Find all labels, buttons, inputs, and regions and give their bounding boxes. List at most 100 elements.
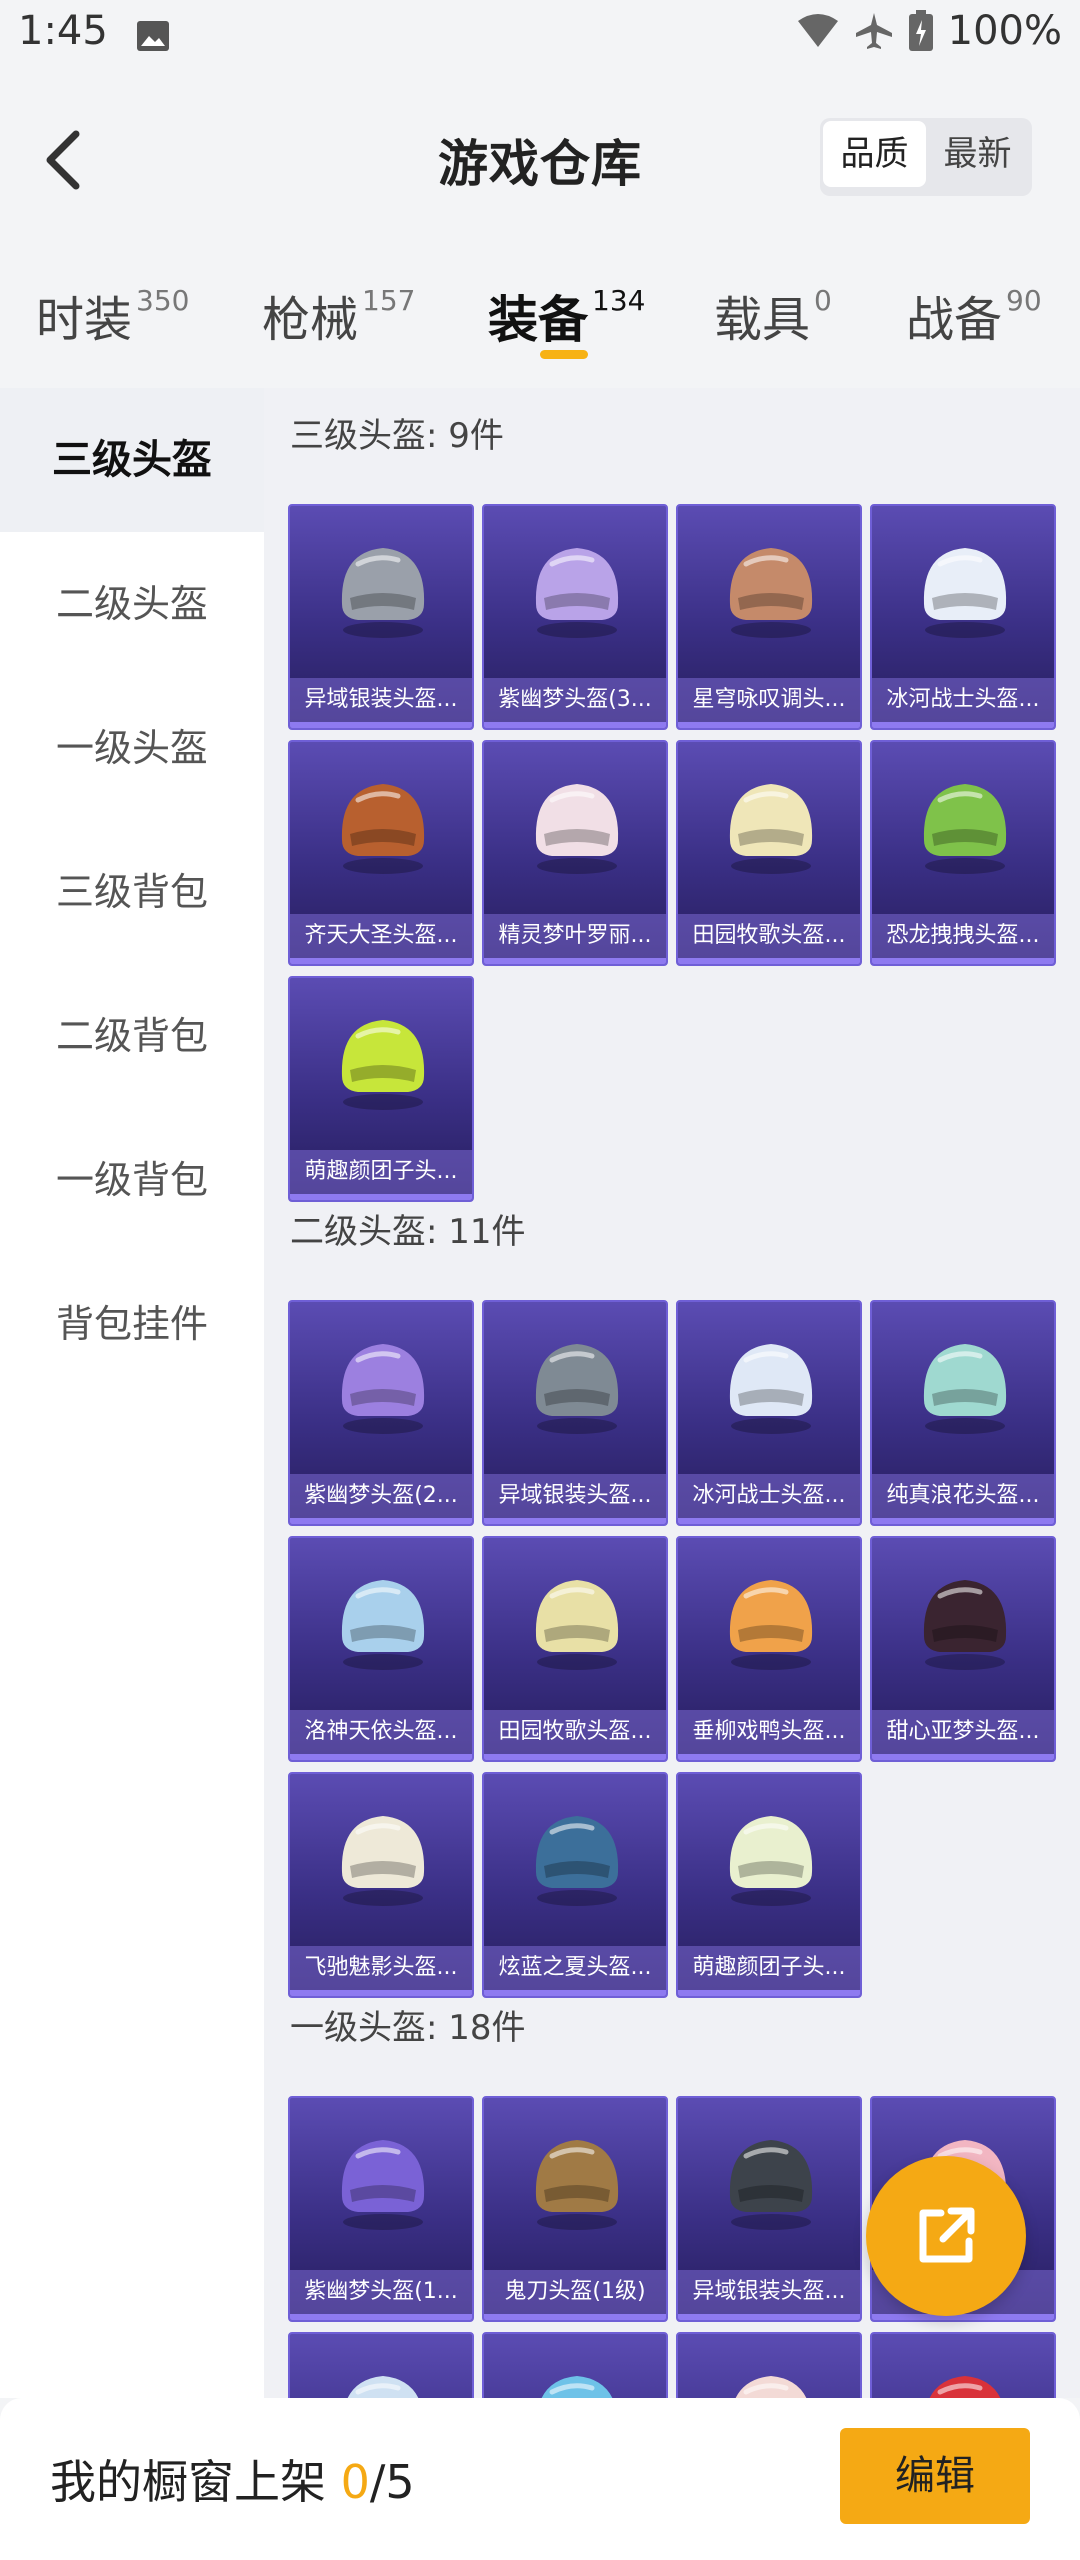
- tab-supplies[interactable]: 战备 90: [906, 280, 1042, 350]
- item-card[interactable]: 异域银装头盔...: [676, 2096, 862, 2322]
- item-card[interactable]: 恐龙拽拽头盔...: [870, 740, 1056, 966]
- tab-equipment[interactable]: 装备 134: [488, 280, 645, 352]
- tab-count: 90: [1006, 284, 1042, 317]
- item-card[interactable]: 精灵梦叶罗丽...: [482, 740, 668, 966]
- item-name: 萌趣颜团子头...: [678, 1946, 860, 1990]
- helmet-icon: [910, 1566, 1020, 1676]
- item-card[interactable]: 星穹咏叹调头...: [676, 504, 862, 730]
- sidebar-item-level1-helmet[interactable]: 一级头盔: [0, 676, 264, 820]
- sort-by-quality-button[interactable]: 品质: [823, 121, 926, 187]
- helmet-icon: [910, 1330, 1020, 1440]
- showcase-label: 我的橱窗上架: [50, 2455, 341, 2509]
- gallery-notification-icon: [136, 20, 170, 56]
- tab-label: 时装: [36, 292, 133, 348]
- item-card[interactable]: 冰河战士头盔...: [870, 504, 1056, 730]
- item-card[interactable]: 纯真浪花头盔...: [870, 1300, 1056, 1526]
- tab-label: 装备: [488, 291, 588, 349]
- tab-fashion[interactable]: 时装 350: [36, 280, 189, 350]
- section-title: 一级头盔: 18件: [290, 2008, 526, 2048]
- status-right: 100%: [796, 8, 1062, 54]
- tab-count: 0: [814, 284, 832, 317]
- helmet-icon: [522, 1566, 632, 1676]
- tab-vehicles[interactable]: 载具 0: [714, 280, 832, 350]
- tab-label: 载具: [714, 292, 811, 348]
- item-name: 紫幽梦头盔(1...: [290, 2270, 472, 2314]
- section-title: 二级头盔: 11件: [290, 1212, 526, 1252]
- item-grid-panel: 三级头盔: 9件 异域银装头盔... 紫幽梦头盔(3... 星穹咏叹调头... 冰河战士…: [264, 388, 1080, 2398]
- sidebar-item-level2-backpack[interactable]: 二级背包: [0, 964, 264, 1108]
- item-card[interactable]: 齐天大圣头盔...: [288, 740, 474, 966]
- helmet-icon: [328, 1802, 438, 1912]
- helmet-icon: [716, 1802, 826, 1912]
- sidebar-item-backpack-charm[interactable]: 背包挂件: [0, 1252, 264, 1396]
- item-name: 飞驰魅影头盔...: [290, 1946, 472, 1990]
- tab-guns[interactable]: 枪械 157: [262, 280, 415, 350]
- helmet-icon: [910, 2362, 1020, 2398]
- sidebar-item-level1-backpack[interactable]: 一级背包: [0, 1108, 264, 1252]
- item-name: 异域银装头盔...: [678, 2270, 860, 2314]
- item-name: 纯真浪花头盔...: [872, 1474, 1054, 1518]
- airplane-mode-icon: [855, 13, 892, 49]
- sidebar-item-level3-backpack[interactable]: 三级背包: [0, 820, 264, 964]
- item-name: 异域银装头盔...: [290, 678, 472, 722]
- helmet-icon: [328, 534, 438, 644]
- helmet-icon: [716, 1330, 826, 1440]
- item-name: 冰河战士头盔...: [872, 678, 1054, 722]
- helmet-icon: [716, 770, 826, 880]
- item-card[interactable]: 紫幽梦头盔(1...: [288, 2096, 474, 2322]
- item-name: 洛神天依头盔...: [290, 1710, 472, 1754]
- sort-toggle: 品质 最新: [820, 118, 1032, 196]
- item-card[interactable]: 萌趣颜团子头...: [676, 1772, 862, 1998]
- item-card[interactable]: 甜心亚梦头盔...: [870, 1536, 1056, 1762]
- item-name: 甜心亚梦头盔...: [872, 1710, 1054, 1754]
- item-card[interactable]: 紫幽梦头盔(2...: [288, 1300, 474, 1526]
- item-card[interactable]: 田园牧歌头盔...: [482, 1536, 668, 1762]
- category-tabs: 时装 350 枪械 157 装备 134 载具 0 战备 90: [0, 262, 1080, 372]
- item-card[interactable]: 田园牧歌头盔...: [676, 740, 862, 966]
- wifi-icon: [797, 14, 838, 47]
- item-name: 田园牧歌头盔...: [484, 1710, 666, 1754]
- active-tab-indicator: [540, 350, 588, 359]
- edit-button[interactable]: 编辑: [840, 2428, 1030, 2524]
- battery-percent: 100%: [947, 8, 1062, 54]
- sidebar-item-level3-helmet[interactable]: 三级头盔: [0, 388, 264, 532]
- item-card[interactable]: [870, 2332, 1056, 2398]
- helmet-icon: [716, 2126, 826, 2236]
- sort-by-latest-button[interactable]: 最新: [926, 121, 1029, 187]
- item-card[interactable]: [482, 2332, 668, 2398]
- item-name: 星穹咏叹调头...: [678, 678, 860, 722]
- item-card[interactable]: 洛神天依头盔...: [288, 1536, 474, 1762]
- helmet-icon: [716, 1566, 826, 1676]
- helmet-icon: [328, 2126, 438, 2236]
- helmet-icon: [328, 1330, 438, 1440]
- item-card[interactable]: 紫幽梦头盔(3...: [482, 504, 668, 730]
- bottom-bar: 我的橱窗上架 0/5 编辑: [0, 2398, 1080, 2560]
- helmet-icon: [910, 770, 1020, 880]
- item-card[interactable]: 萌趣颜团子头...: [288, 976, 474, 1202]
- item-card[interactable]: [288, 2332, 474, 2398]
- item-card[interactable]: 异域银装头盔...: [482, 1300, 668, 1526]
- item-name: 鬼刀头盔(1级): [484, 2270, 666, 2314]
- item-card[interactable]: 异域银装头盔...: [288, 504, 474, 730]
- item-card[interactable]: 冰河战士头盔...: [676, 1300, 862, 1526]
- share-fab-button[interactable]: [866, 2156, 1026, 2316]
- item-card[interactable]: 鬼刀头盔(1级): [482, 2096, 668, 2322]
- helmet-icon: [716, 2362, 826, 2398]
- helmet-icon: [328, 1006, 438, 1116]
- helmet-icon: [910, 534, 1020, 644]
- item-card[interactable]: 垂柳戏鸭头盔...: [676, 1536, 862, 1762]
- item-card[interactable]: 炫蓝之夏头盔...: [482, 1772, 668, 1998]
- item-card[interactable]: 飞驰魅影头盔...: [288, 1772, 474, 1998]
- status-time: 1:45: [18, 8, 108, 54]
- header: 游戏仓库 品质 最新: [0, 100, 1080, 220]
- sidebar-item-level2-helmet[interactable]: 二级头盔: [0, 532, 264, 676]
- section-title: 三级头盔: 9件: [290, 416, 504, 456]
- helmet-icon: [328, 770, 438, 880]
- tab-count: 134: [592, 284, 646, 317]
- item-card[interactable]: [676, 2332, 862, 2398]
- item-name: 萌趣颜团子头...: [290, 1150, 472, 1194]
- tab-label: 战备: [906, 292, 1003, 348]
- showcase-current-count: 0: [340, 2455, 370, 2509]
- helmet-icon: [522, 1802, 632, 1912]
- item-name: 垂柳戏鸭头盔...: [678, 1710, 860, 1754]
